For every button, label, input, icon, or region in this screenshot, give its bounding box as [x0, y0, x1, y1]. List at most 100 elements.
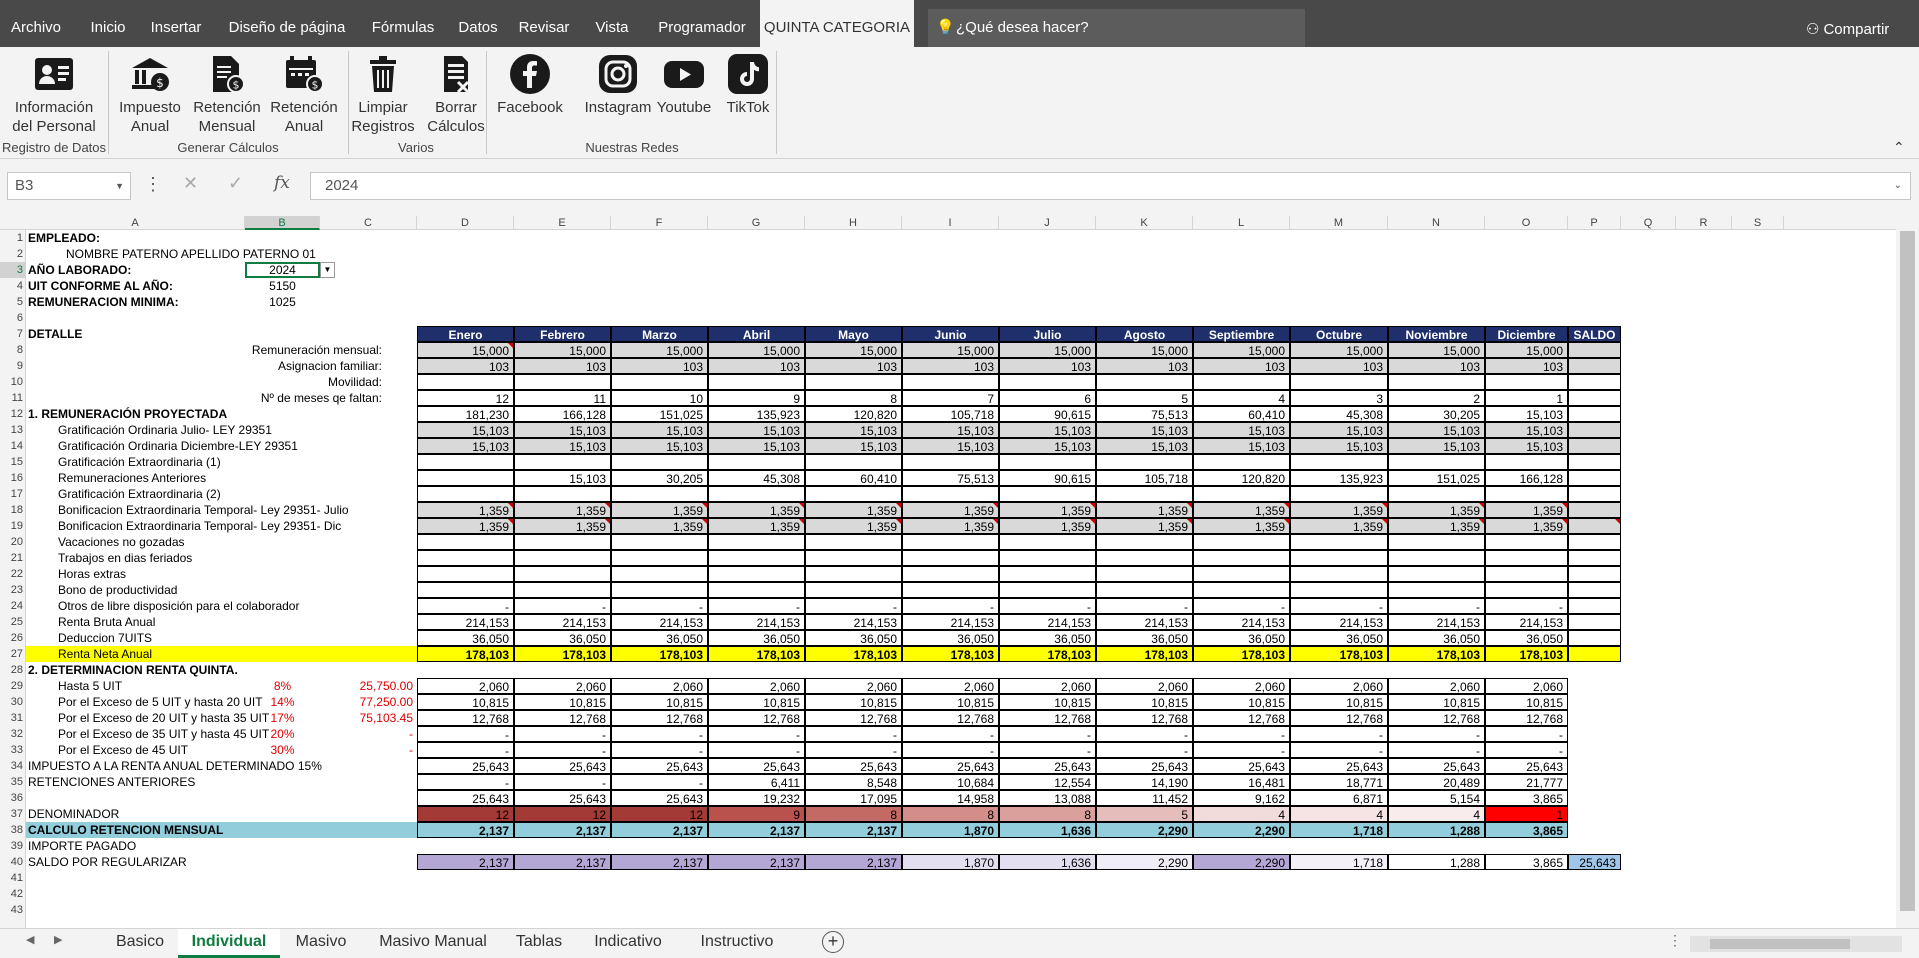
expand-formula-icon[interactable]: ⌄ [1894, 173, 1902, 199]
row-header-38[interactable]: 38 [0, 822, 26, 838]
row-header-23[interactable]: 23 [0, 582, 26, 598]
row-header-13[interactable]: 13 [0, 422, 26, 438]
menu-formulas[interactable]: Fórmulas [362, 0, 444, 47]
row-header-5[interactable]: 5 [0, 294, 26, 310]
row-header-27[interactable]: 27 [0, 646, 26, 662]
column-header-g[interactable]: G [708, 216, 805, 230]
row-header-9[interactable]: 9 [0, 358, 26, 374]
ribbon-tiktok-button[interactable]: TikTok [719, 52, 777, 117]
row-header-14[interactable]: 14 [0, 438, 26, 454]
row-header-32[interactable]: 32 [0, 726, 26, 742]
row-header-40[interactable]: 40 [0, 854, 26, 870]
row-header-31[interactable]: 31 [0, 710, 26, 726]
column-header-m[interactable]: M [1290, 216, 1388, 230]
menu-datos[interactable]: Datos [447, 0, 509, 47]
menu-inicio[interactable]: Inicio [80, 0, 136, 47]
row-header-34[interactable]: 34 [0, 758, 26, 774]
column-header-i[interactable]: I [902, 216, 999, 230]
row-header-24[interactable]: 24 [0, 598, 26, 614]
column-header-r[interactable]: R [1676, 216, 1732, 230]
row-header-42[interactable]: 42 [0, 886, 26, 902]
scroll-thumb[interactable] [1710, 939, 1850, 949]
ribbon-retencion-mensual-button[interactable]: $ Retención Mensual [189, 52, 265, 136]
tab-scroll-right-icon[interactable]: ▶ [54, 933, 62, 946]
row-header-20[interactable]: 20 [0, 534, 26, 550]
row-header-43[interactable]: 43 [0, 902, 26, 918]
column-header-c[interactable]: C [320, 216, 417, 230]
ribbon-borrar-calculos-button[interactable]: Borrar Cálculos [424, 52, 488, 136]
chevron-down-icon[interactable]: ▼ [115, 173, 124, 199]
sheet-tab-masivo[interactable]: Masivo [282, 929, 360, 958]
row-header-22[interactable]: 22 [0, 566, 26, 582]
menu-programador[interactable]: Programador [648, 0, 756, 47]
insert-function-icon[interactable]: fx [274, 173, 290, 193]
enter-icon[interactable]: ✓ [228, 173, 243, 194]
ribbon-facebook-button[interactable]: Facebook [490, 52, 570, 117]
sheet-grid[interactable]: EMPLEADO: NOMBRE PATERNO APELLIDO PATERNO… [26, 230, 1896, 928]
row-header-19[interactable]: 19 [0, 518, 26, 534]
row-header-2[interactable]: 2 [0, 246, 26, 262]
collapse-ribbon-icon[interactable]: ⌃ [1893, 139, 1905, 156]
row-header-28[interactable]: 28 [0, 662, 26, 678]
column-header-j[interactable]: J [999, 216, 1096, 230]
row-header-6[interactable]: 6 [0, 310, 26, 326]
ribbon-retencion-anual-button[interactable]: $ Retención Anual [266, 52, 342, 136]
more-icon[interactable]: ⋮ [144, 174, 162, 195]
vertical-scrollbar[interactable] [1896, 216, 1919, 928]
column-header-k[interactable]: K [1096, 216, 1193, 230]
column-header-q[interactable]: Q [1621, 216, 1676, 230]
sheet-tab-indicativo[interactable]: Indicativo [576, 929, 680, 958]
row-header-18[interactable]: 18 [0, 502, 26, 518]
year-cell[interactable]: 2024 [245, 262, 320, 278]
cancel-icon[interactable]: ✕ [183, 173, 198, 194]
row-header-16[interactable]: 16 [0, 470, 26, 486]
row-header-30[interactable]: 30 [0, 694, 26, 710]
name-box[interactable]: B3 ▼ [7, 172, 131, 200]
row-header-35[interactable]: 35 [0, 774, 26, 790]
sheet-tab-instructivo[interactable]: Instructivo [682, 929, 792, 958]
row-header-3[interactable]: 3 [0, 262, 26, 278]
row-header-41[interactable]: 41 [0, 870, 26, 886]
row-header-7[interactable]: 7 [0, 326, 26, 342]
row-header-21[interactable]: 21 [0, 550, 26, 566]
column-header-n[interactable]: N [1388, 216, 1485, 230]
ribbon-impuesto-anual-button[interactable]: $ Impuesto Anual [114, 52, 186, 136]
row-header-12[interactable]: 12 [0, 406, 26, 422]
menu-vista[interactable]: Vista [580, 0, 644, 47]
column-header-f[interactable]: F [611, 216, 708, 230]
horizontal-scrollbar[interactable] [1690, 936, 1902, 952]
ribbon-limpiar-registros-button[interactable]: Limpiar Registros [348, 52, 418, 136]
menu-revisar[interactable]: Revisar [512, 0, 576, 47]
row-header-25[interactable]: 25 [0, 614, 26, 630]
row-header-29[interactable]: 29 [0, 678, 26, 694]
year-dropdown-icon[interactable]: ▼ [320, 262, 335, 278]
menu-insertar[interactable]: Insertar [140, 0, 212, 47]
column-header-s[interactable]: S [1732, 216, 1784, 230]
formula-input[interactable]: 2024 ⌄ [310, 172, 1911, 200]
row-header-36[interactable]: 36 [0, 790, 26, 806]
row-header-1[interactable]: 1 [0, 230, 26, 246]
column-header-d[interactable]: D [417, 216, 514, 230]
row-header-4[interactable]: 4 [0, 278, 26, 294]
search-box[interactable]: 💡 ¿Qué desea hacer? [928, 9, 1305, 47]
ribbon-informacion-del-personal-button[interactable]: Información del Personal [4, 52, 104, 136]
row-header-37[interactable]: 37 [0, 806, 26, 822]
sheet-tab-masivo-manual[interactable]: Masivo Manual [364, 929, 502, 958]
sheet-tab-tablas[interactable]: Tablas [504, 929, 574, 958]
menu-quinta-categoria[interactable]: QUINTA CATEGORIA [760, 0, 914, 47]
row-header-10[interactable]: 10 [0, 374, 26, 390]
column-header-o[interactable]: O [1485, 216, 1568, 230]
column-header-e[interactable]: E [514, 216, 611, 230]
menu-archivo[interactable]: Archivo [0, 0, 72, 47]
row-header-26[interactable]: 26 [0, 630, 26, 646]
column-header-b[interactable]: B [245, 216, 320, 230]
column-header-l[interactable]: L [1193, 216, 1290, 230]
ribbon-instagram-button[interactable]: Instagram [583, 52, 653, 117]
tab-scroll-left-icon[interactable]: ◀ [26, 933, 34, 946]
row-header-33[interactable]: 33 [0, 742, 26, 758]
scroll-thumb[interactable] [1900, 231, 1915, 911]
ribbon-youtube-button[interactable]: Youtube [652, 52, 716, 117]
row-header-17[interactable]: 17 [0, 486, 26, 502]
row-header-39[interactable]: 39 [0, 838, 26, 854]
sheet-tab-basico[interactable]: Basico [104, 929, 176, 958]
